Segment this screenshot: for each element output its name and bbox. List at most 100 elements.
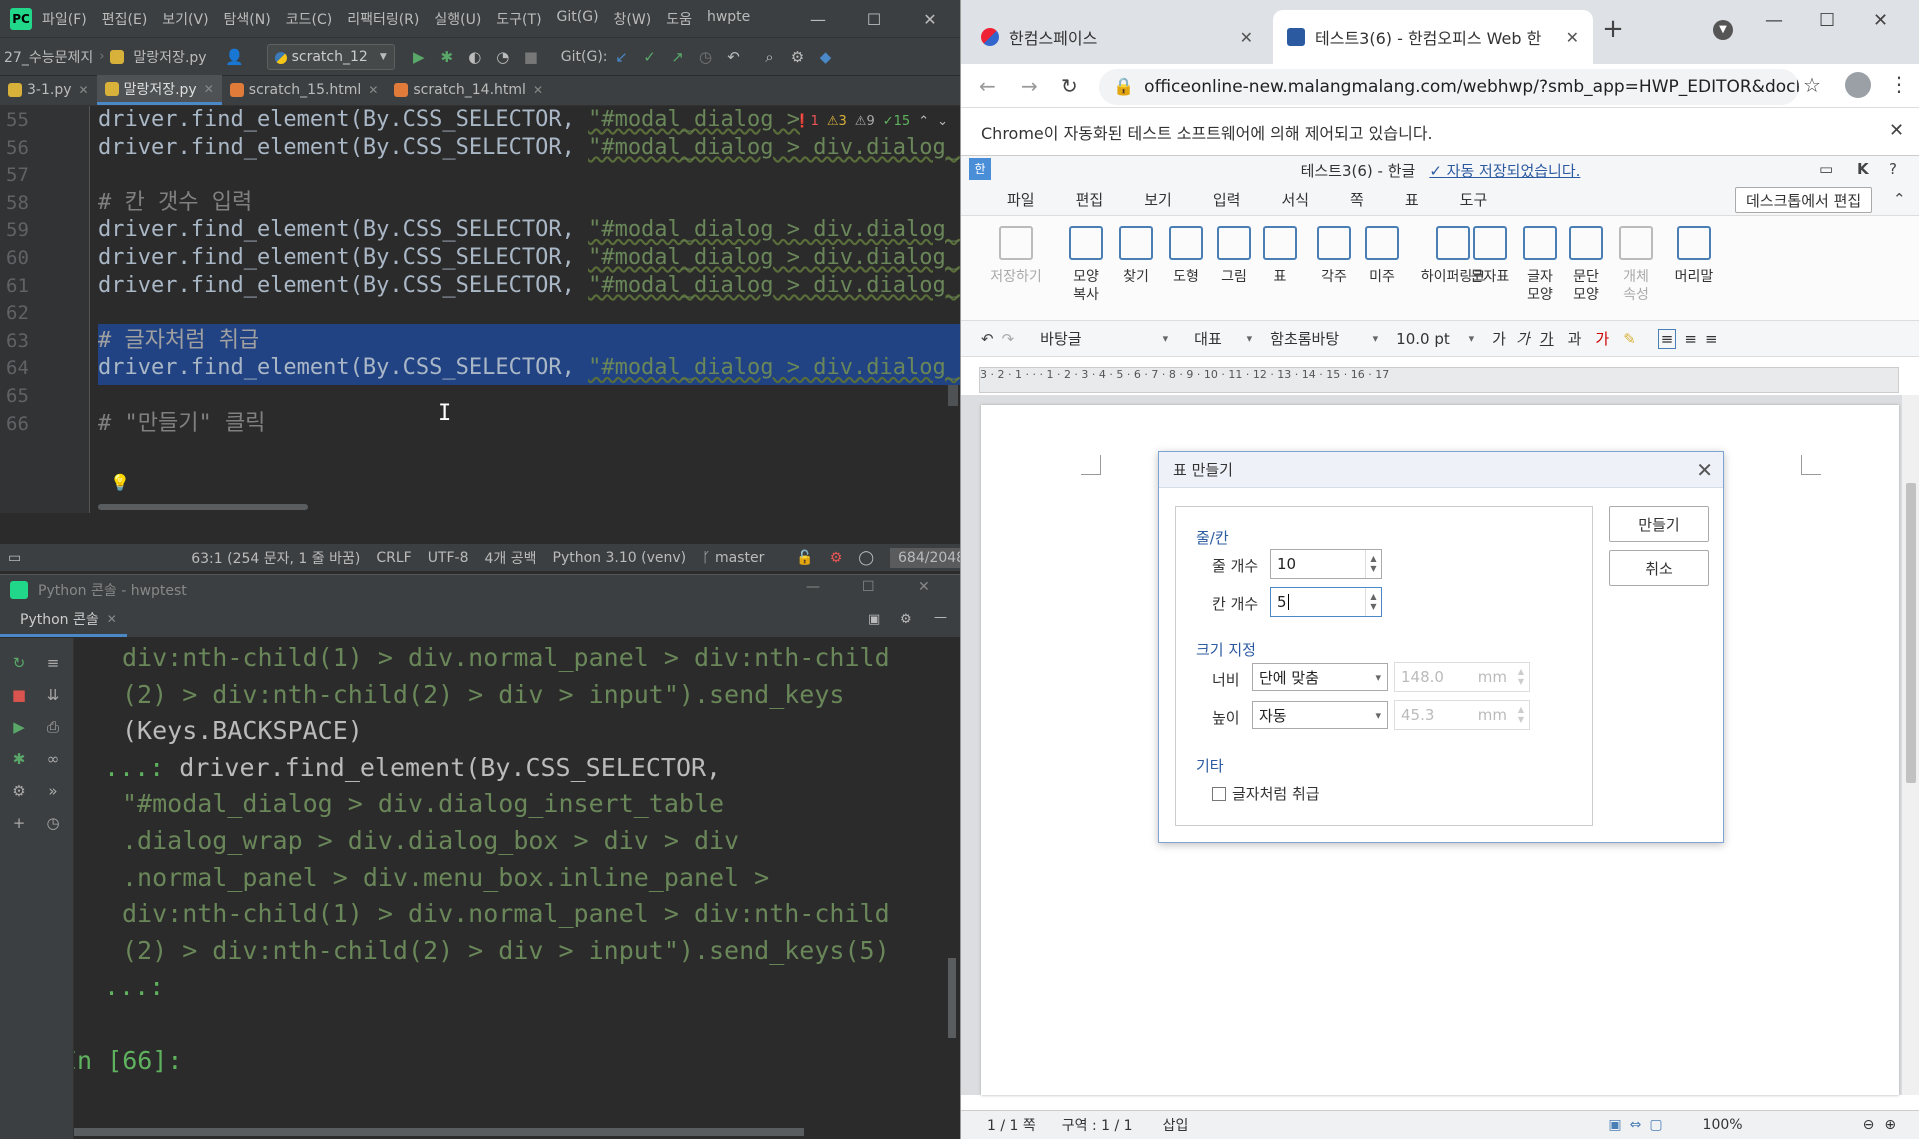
execute-icon[interactable]: ▶: [6, 714, 32, 740]
console-vscroll[interactable]: [948, 958, 956, 1038]
back-icon[interactable]: ←: [979, 74, 996, 98]
git-push-icon[interactable]: ↗: [664, 43, 692, 71]
code-editor[interactable]: 55 56 57 58 59 60 61 62 63 64 65 66 ❗1 ⚠3 ⚠9 ✓15 ⌃ …: [0, 106, 960, 513]
new-tab-icon[interactable]: +: [1593, 14, 1633, 44]
menu-item[interactable]: 보기(V): [162, 9, 208, 29]
profile-avatar[interactable]: [1845, 72, 1871, 98]
debug-console-icon[interactable]: ✱: [6, 746, 32, 772]
view-page-icon[interactable]: ▢: [1649, 1117, 1662, 1133]
ribbon-button[interactable]: 도형: [1159, 226, 1213, 286]
menu-item[interactable]: Git(G): [557, 9, 599, 29]
git-branch[interactable]: ᚴ master: [702, 550, 780, 566]
help-icon[interactable]: ?: [1889, 160, 1897, 178]
autosave-status[interactable]: ✓ 자동 저장되었습니다.: [1429, 160, 1580, 181]
editor-tab[interactable]: scratch_14.html ✕: [386, 75, 551, 105]
cols-input[interactable]: 5 ▲ ▼: [1270, 587, 1382, 617]
file-encoding[interactable]: UTF-8: [428, 550, 469, 566]
run-icon[interactable]: ▶: [405, 43, 433, 71]
show-variables-icon[interactable]: ∞: [40, 746, 66, 772]
italic-icon[interactable]: 가: [1516, 328, 1530, 349]
comment-icon[interactable]: ▭: [1819, 160, 1833, 178]
line-separator[interactable]: CRLF: [376, 550, 411, 566]
cols-spinner-icon[interactable]: ▲ ▼: [1365, 588, 1381, 616]
ribbon-button[interactable]: 문단 모양: [1559, 226, 1613, 304]
zoom-level[interactable]: 100%: [1703, 1117, 1743, 1133]
highlight-icon[interactable]: ✎: [1623, 330, 1636, 348]
jetbrains-icon[interactable]: ◆: [812, 43, 840, 71]
settings-gear-icon[interactable]: ⚙: [784, 43, 812, 71]
menu-item[interactable]: 도구(T): [496, 9, 541, 29]
ribbon-button[interactable]: 미주: [1355, 226, 1409, 286]
width-spinner-icon[interactable]: ▲ ▼: [1513, 663, 1529, 691]
hwp-menu-3[interactable]: 입력: [1213, 189, 1241, 210]
tab-close-icon[interactable]: ✕: [204, 82, 214, 96]
hwp-menu-5[interactable]: 쪽: [1350, 189, 1364, 210]
tab-python-console[interactable]: Python 콘솔 ✕: [0, 603, 127, 637]
maximize-icon[interactable]: ☐: [848, 0, 900, 38]
console-settings-icon[interactable]: ⚙: [900, 612, 912, 627]
menu-item[interactable]: hwpte: [707, 9, 750, 29]
browser-tab-hwp[interactable]: 테스트3(6) - 한컴오피스 Web 한 ✕: [1273, 10, 1593, 64]
menu-item[interactable]: 코드(C): [286, 9, 332, 29]
browser-maximize-icon[interactable]: ☐: [1819, 10, 1835, 31]
event-log-icon[interactable]: ⚙: [830, 550, 843, 566]
console-gear-icon[interactable]: ⚙: [6, 778, 32, 804]
hwp-menu-4[interactable]: 서식: [1281, 189, 1309, 210]
scroll-end-icon[interactable]: ⇊: [40, 682, 66, 708]
breadcrumb-file[interactable]: 말랑저장.py: [133, 47, 206, 67]
lock-icon[interactable]: 🔒: [1113, 77, 1134, 97]
zoom-out-icon[interactable]: ⊖: [1863, 1117, 1875, 1133]
close-icon[interactable]: ✕: [904, 0, 956, 38]
bookmark-star-icon[interactable]: ☆: [1803, 73, 1821, 97]
bold-icon[interactable]: 가: [1492, 328, 1506, 349]
forward-icon[interactable]: →: [1021, 74, 1038, 98]
align-right-icon[interactable]: ≡: [1705, 330, 1718, 348]
console-minimize-icon[interactable]: —: [806, 579, 820, 595]
interpreter[interactable]: Python 3.10 (venv): [553, 550, 687, 566]
tab-close-icon[interactable]: ✕: [1566, 28, 1579, 47]
layout-icon[interactable]: ▣: [868, 612, 880, 627]
font-select[interactable]: 함초롬바탕: [1264, 326, 1384, 352]
document-vscroll[interactable]: [1902, 395, 1919, 1095]
hide-console-icon[interactable]: —: [934, 610, 947, 625]
git-update-icon[interactable]: ↙: [608, 43, 636, 71]
rows-input[interactable]: 10 ▲ ▼: [1270, 549, 1382, 579]
height-input[interactable]: 45.3 mm ▲ ▼: [1394, 700, 1530, 730]
font-color-icon[interactable]: 가: [1595, 328, 1609, 349]
coverage-icon[interactable]: ◐: [461, 43, 489, 71]
redo-icon[interactable]: ↷: [1002, 330, 1015, 348]
rollback-icon[interactable]: ↶: [720, 43, 748, 71]
hwp-menu-1[interactable]: 편집: [1076, 189, 1104, 210]
hwp-menu-0[interactable]: 파일: [1007, 189, 1035, 210]
caret-position[interactable]: 63:1 (254 문자, 1 줄 바꿈): [191, 548, 360, 568]
console-maximize-icon[interactable]: ☐: [862, 579, 875, 595]
ruler[interactable]: 3 · 2 · 1 · · · 1 · 2 · 3 · 4 · 5 · 6 · …: [979, 367, 1899, 393]
history-icon[interactable]: ◷: [692, 43, 720, 71]
url-bar[interactable]: 🔒 officeonline-new.malangmalang.com/webh…: [1099, 69, 1799, 105]
editor-tab[interactable]: scratch_15.html ✕: [222, 75, 387, 105]
console-history-icon[interactable]: ◷: [40, 810, 66, 836]
zoom-in-icon[interactable]: ⊕: [1884, 1117, 1896, 1133]
lock-icon[interactable]: 🔓: [796, 550, 813, 566]
menu-item[interactable]: 파일(F): [42, 9, 87, 29]
user-k-icon[interactable]: K: [1857, 160, 1869, 178]
command-queue-icon[interactable]: »: [40, 778, 66, 804]
indent-setting[interactable]: 4개 공백: [485, 548, 537, 568]
cancel-button[interactable]: 취소: [1609, 550, 1709, 586]
scroll-thumb[interactable]: [1906, 483, 1916, 783]
editor-tab[interactable]: 3-1.py ✕: [0, 75, 97, 105]
infobar-close-icon[interactable]: ✕: [1889, 120, 1904, 141]
new-console-icon[interactable]: +: [6, 810, 32, 836]
lightbulb-icon[interactable]: 💡: [110, 473, 130, 492]
profile-icon[interactable]: ◔: [489, 43, 517, 71]
ribbon-button[interactable]: 각주: [1307, 226, 1361, 286]
dialog-close-icon[interactable]: ✕: [1696, 458, 1713, 482]
view-normal-icon[interactable]: ▣: [1608, 1117, 1621, 1133]
tab-close-icon[interactable]: ✕: [368, 83, 378, 97]
browser-tab-hancomspace[interactable]: 한컴스페이스 ✕: [967, 10, 1267, 64]
search-icon[interactable]: ⌕: [756, 43, 784, 71]
desktop-edit-button[interactable]: 데스크톱에서 편집: [1735, 187, 1873, 213]
notification-icon[interactable]: ◯: [858, 550, 874, 566]
chrome-menu-icon[interactable]: ⋮: [1889, 72, 1909, 96]
tab-search-icon[interactable]: ▼: [1713, 20, 1733, 40]
